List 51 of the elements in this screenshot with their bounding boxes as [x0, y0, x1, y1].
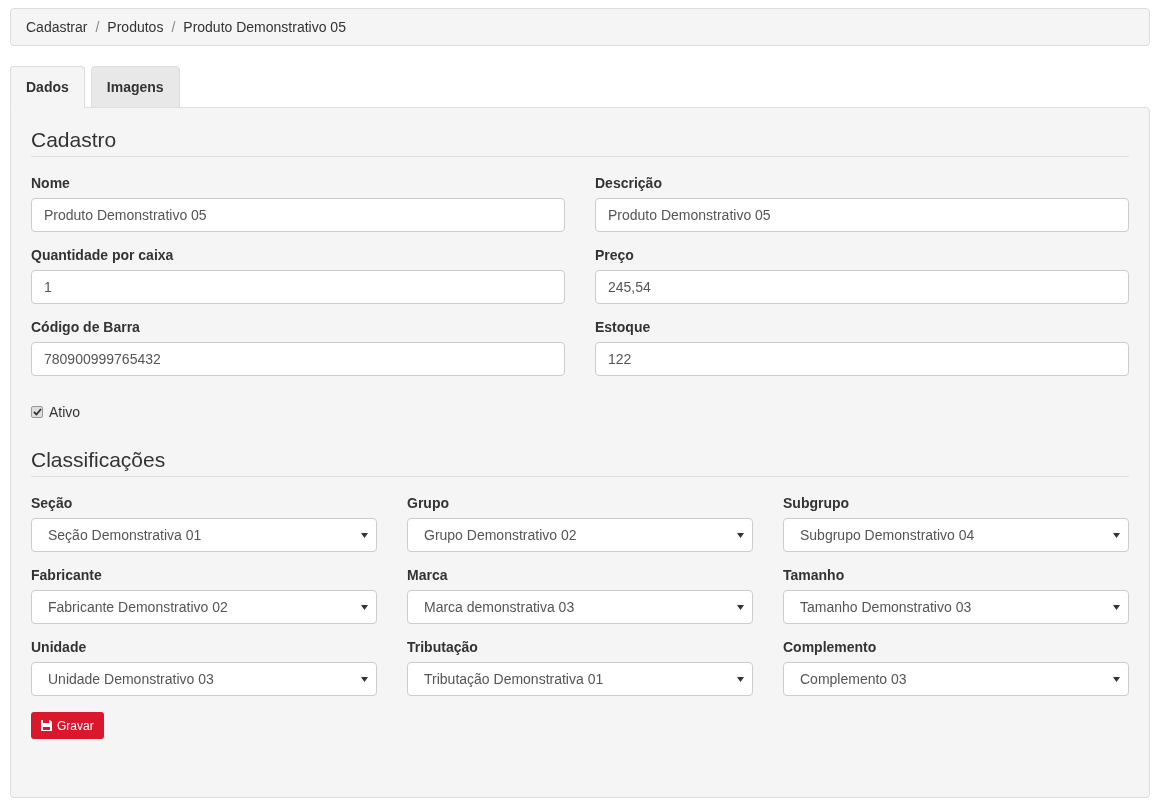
select-field[interactable]: Marca demonstrativa 03 — [407, 590, 753, 624]
caret-icon — [737, 604, 744, 610]
breadcrumb-item[interactable]: Cadastrar — [26, 19, 88, 35]
input-field[interactable]: Produto Demonstrativo 05 — [31, 198, 565, 232]
field-label: Subgrupo — [783, 495, 851, 511]
field-label: Estoque — [595, 319, 652, 335]
breadcrumb-separator: / — [171, 19, 176, 35]
input-field[interactable]: 122 — [595, 342, 1129, 376]
field-label: Complemento — [783, 639, 878, 655]
caret-icon — [1113, 532, 1120, 538]
select-field[interactable]: Grupo Demonstrativo 02 — [407, 518, 753, 552]
field-label: Preço — [595, 247, 635, 263]
select-field[interactable]: Subgrupo Demonstrativo 04 — [783, 518, 1129, 552]
select-field[interactable]: Complemento 03 — [783, 662, 1129, 696]
breadcrumb-item[interactable]: Produtos — [107, 19, 164, 35]
field-label: Grupo — [407, 495, 450, 511]
checkbox-label: Ativo — [49, 404, 81, 420]
caret-icon — [1113, 676, 1120, 682]
select-field[interactable]: Fabricante Demonstrativo 02 — [31, 590, 377, 624]
select-field[interactable]: Unidade Demonstrativo 03 — [31, 662, 377, 696]
tab[interactable]: Dados — [10, 66, 85, 108]
caret-icon — [737, 532, 744, 538]
select-field[interactable]: Tamanho Demonstrativo 03 — [783, 590, 1129, 624]
caret-icon — [1113, 604, 1120, 610]
field-label: Descrição — [595, 175, 663, 191]
tab[interactable]: Imagens — [90, 66, 180, 108]
field-label: Nome — [31, 175, 71, 191]
section-heading: Cadastro — [31, 128, 1129, 157]
field-label: Tamanho — [783, 567, 846, 583]
input-field[interactable]: 1 — [31, 270, 565, 304]
input-field[interactable]: 780900999765432 — [31, 342, 565, 376]
field-label: Quantidade por caixa — [31, 247, 175, 263]
checkbox[interactable] — [31, 406, 43, 418]
select-field[interactable]: Seção Demonstrativa 01 — [31, 518, 377, 552]
caret-icon — [361, 676, 368, 682]
save-button[interactable]: Gravar — [31, 712, 104, 739]
field-label: Fabricante — [31, 567, 103, 583]
caret-icon — [361, 532, 368, 538]
input-field[interactable]: Produto Demonstrativo 05 — [595, 198, 1129, 232]
field-label: Código de Barra — [31, 319, 141, 335]
section-heading: Classificações — [31, 448, 1129, 477]
caret-icon — [361, 604, 368, 610]
field-label: Seção — [31, 495, 74, 511]
caret-icon — [737, 676, 744, 682]
field-label: Marca — [407, 567, 449, 583]
field-label: Unidade — [31, 639, 88, 655]
select-field[interactable]: Tributação Demonstrativa 01 — [407, 662, 753, 696]
breadcrumb-separator: / — [95, 19, 100, 35]
input-field[interactable]: 245,54 — [595, 270, 1129, 304]
field-label: Tributação — [407, 639, 479, 655]
breadcrumb-item[interactable]: Produto Demonstrativo 05 — [183, 19, 346, 35]
